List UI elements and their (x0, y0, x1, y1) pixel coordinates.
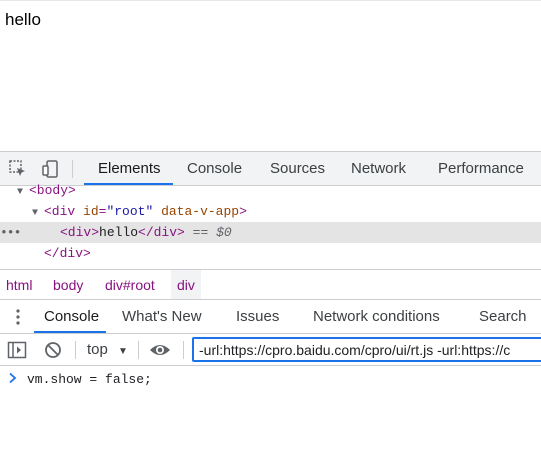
page-hello-text: hello (5, 10, 41, 29)
drawer-tab-issues[interactable]: Issues (236, 300, 279, 333)
show-sidebar-icon[interactable] (6, 339, 28, 361)
node-text: hello (99, 225, 139, 240)
console-prompt-chevron-icon (8, 372, 17, 387)
tag-div-open: <div> (60, 225, 100, 240)
context-selector[interactable]: top ▼ (87, 334, 128, 365)
device-toolbar-icon[interactable] (40, 158, 62, 180)
attr-data-v-app: data-v-app (161, 204, 240, 219)
drawer-tab-search[interactable]: Search (479, 300, 527, 333)
console-toolbar: top ▼ (0, 334, 541, 366)
more-actions-dots-icon[interactable]: ••• (0, 222, 21, 243)
live-expression-eye-icon[interactable] (149, 339, 171, 361)
more-tools-kebab-icon[interactable] (10, 308, 26, 326)
breadcrumb-div-root[interactable]: div#root (99, 270, 161, 299)
console-input-line[interactable]: vm.show = false; (27, 372, 152, 387)
toolbar-divider (75, 341, 76, 359)
active-drawer-tab-indicator (34, 331, 106, 333)
toolbar-divider (183, 341, 184, 359)
expand-triangle-icon[interactable]: ▼ (32, 203, 44, 224)
breadcrumb-html[interactable]: html (0, 270, 38, 299)
selected-var: $0 (216, 225, 232, 240)
clear-console-icon[interactable] (42, 339, 64, 361)
page-divider (0, 0, 541, 1)
selected-eq: == (192, 225, 209, 240)
expand-triangle-icon[interactable]: ▼ (17, 182, 29, 203)
dom-node-selected-div[interactable]: ••• <div>hello</div> == $0 (0, 222, 541, 243)
tag-close-bracket: > (239, 204, 247, 219)
breadcrumb: html body div#root div (0, 269, 541, 300)
dom-node-body[interactable]: ▼ <body> (0, 180, 541, 201)
dom-tree: ▼ <body> ▼ <div id="root" data-v-app> ••• … (0, 183, 541, 268)
toolbar-divider (138, 341, 139, 359)
attr-id-name: id (83, 204, 99, 219)
drawer-tab-whats-new[interactable]: What's New (122, 300, 202, 333)
inspected-page: hello (0, 0, 541, 151)
tag-div-close: </div> (44, 246, 91, 261)
devtools-panel: Elements Console Sources Network Perform… (0, 151, 541, 454)
tag-div-open: <div (44, 204, 76, 219)
inspect-element-icon[interactable] (7, 158, 29, 180)
drawer-tab-network-conditions[interactable]: Network conditions (313, 300, 440, 333)
attr-id-value: "root" (106, 204, 154, 219)
breadcrumb-div[interactable]: div (171, 270, 201, 299)
drawer-tab-console[interactable]: Console (44, 300, 99, 333)
tag-body: <body> (29, 183, 76, 198)
dom-node-root-div[interactable]: ▼ <div id="root" data-v-app> (0, 201, 541, 222)
console-filter-input[interactable] (192, 337, 541, 362)
console-output[interactable]: vm.show = false; (0, 367, 541, 454)
toolbar-divider (72, 160, 73, 178)
breadcrumb-body[interactable]: body (47, 270, 89, 299)
context-label: top (87, 341, 108, 358)
dropdown-arrow-icon: ▼ (118, 346, 128, 357)
dom-node-div-close[interactable]: </div> (0, 243, 541, 264)
tag-div-close: </div> (138, 225, 185, 240)
drawer-tabbar: Console What's New Issues Network condit… (0, 300, 541, 334)
